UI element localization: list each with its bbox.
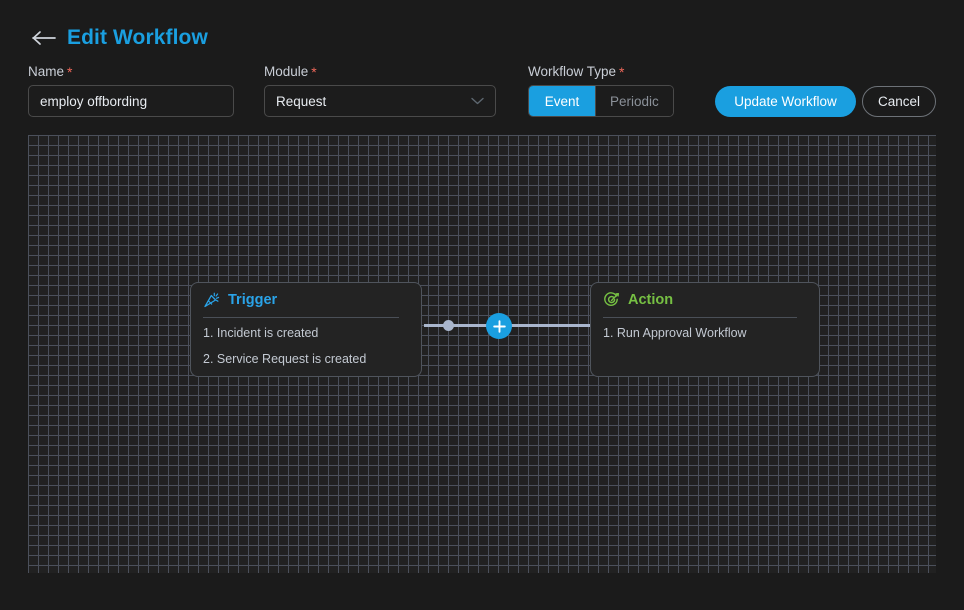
- action-node[interactable]: Action 1. Run Approval Workflow: [590, 282, 820, 377]
- node-connector: [418, 313, 598, 339]
- name-label: Name *: [28, 65, 72, 79]
- trigger-item[interactable]: 2. Service Request is created: [203, 352, 409, 366]
- action-node-body: 1. Run Approval Workflow: [591, 318, 819, 340]
- action-node-title: Action: [628, 292, 674, 309]
- back-arrow-icon[interactable]: [31, 28, 57, 48]
- workflow-type-label-text: Workflow Type: [528, 64, 617, 79]
- module-label-text: Module: [264, 64, 309, 79]
- trigger-node-header: Trigger: [191, 283, 421, 309]
- name-input[interactable]: [28, 85, 234, 117]
- module-select[interactable]: Request: [264, 85, 496, 117]
- magic-cursor-icon: [204, 292, 220, 308]
- add-node-button[interactable]: [486, 313, 512, 339]
- action-node-header: Action: [591, 283, 819, 309]
- workflow-type-option-event[interactable]: Event: [529, 86, 595, 116]
- workflow-canvas[interactable]: Trigger 1. Incident is created 2. Servic…: [28, 135, 936, 573]
- trigger-item[interactable]: 1. Incident is created: [203, 327, 409, 340]
- workflow-type-required-marker: *: [619, 64, 625, 80]
- page-title: Edit Workflow: [67, 26, 208, 49]
- page-header: Edit Workflow: [31, 27, 208, 48]
- module-select-value: Request: [276, 93, 327, 109]
- module-label: Module *: [264, 65, 317, 79]
- workflow-type-label: Workflow Type *: [528, 65, 625, 79]
- update-workflow-button[interactable]: Update Workflow: [715, 86, 856, 117]
- cancel-button[interactable]: Cancel: [862, 86, 936, 117]
- name-label-text: Name: [28, 64, 65, 79]
- target-dart-icon: [604, 292, 619, 306]
- chevron-down-icon: [471, 97, 484, 105]
- workflow-type-option-periodic[interactable]: Periodic: [595, 86, 673, 116]
- connection-dot-icon[interactable]: [443, 320, 454, 331]
- trigger-node-body: 1. Incident is created 2. Service Reques…: [191, 318, 421, 365]
- trigger-node-title: Trigger: [228, 292, 278, 309]
- trigger-node[interactable]: Trigger 1. Incident is created 2. Servic…: [190, 282, 422, 377]
- action-item[interactable]: 1. Run Approval Workflow: [603, 327, 807, 340]
- name-required-marker: *: [67, 64, 73, 80]
- workflow-type-toggle[interactable]: Event Periodic: [528, 85, 674, 117]
- module-required-marker: *: [311, 64, 317, 80]
- plus-icon: [492, 319, 506, 333]
